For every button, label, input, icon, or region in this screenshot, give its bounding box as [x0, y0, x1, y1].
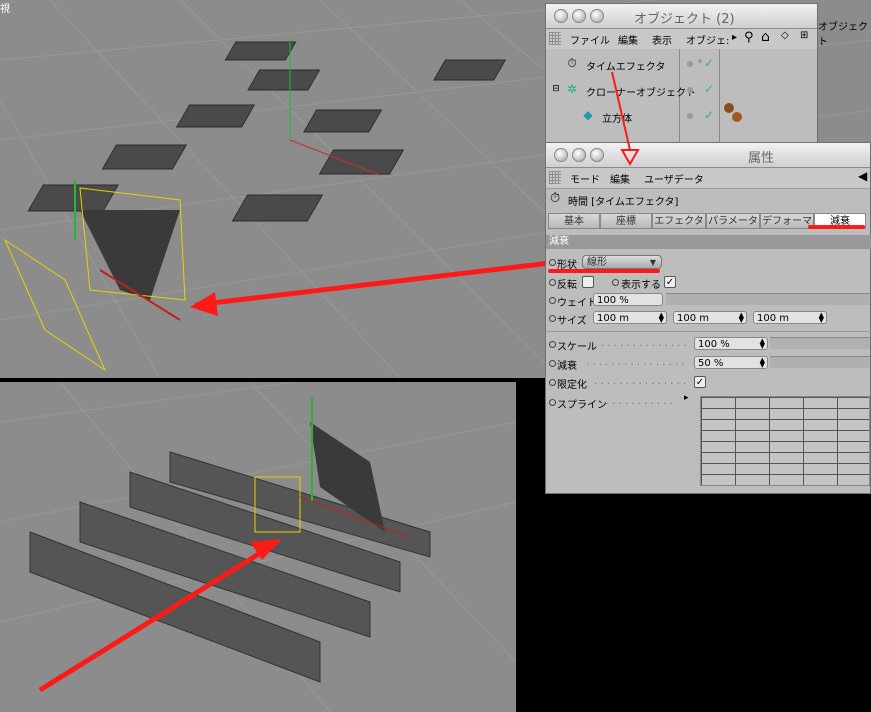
keyframe-dot-icon[interactable]	[549, 259, 556, 266]
scale-slider[interactable]	[770, 337, 870, 349]
background-window-label: オブジェクト	[818, 22, 868, 48]
tab-deformer[interactable]: デフォーマ	[760, 213, 814, 229]
param-size: サイズ 100 m ▲ ▼ 100 m ▲ ▼ 100 m ▲ ▼	[546, 309, 871, 327]
object-row[interactable]: ⏱ タイムエフェクタ ✓	[546, 51, 816, 77]
size-y-field[interactable]: 100 m ▲ ▼	[673, 311, 747, 324]
menu-file[interactable]: ファイル	[570, 32, 610, 47]
size-x-field[interactable]: 100 m ▲ ▼	[593, 311, 667, 324]
close-button[interactable]	[554, 9, 568, 23]
chevron-down-icon: ▼	[649, 258, 656, 267]
tab-effector[interactable]: エフェクタ	[652, 213, 706, 229]
size-z-field[interactable]: 100 m ▲ ▼	[753, 311, 827, 324]
object-row[interactable]: ⊟ ✲ クローナーオブジェクト ✓	[546, 77, 816, 103]
material-tag-icon[interactable]	[732, 112, 742, 122]
viewport-bottom[interactable]	[0, 382, 516, 712]
menu-view[interactable]: 表示	[652, 32, 672, 47]
param-label: スケール	[557, 342, 597, 353]
material-tag-icon[interactable]	[724, 103, 734, 113]
param-label: 表示する	[621, 280, 661, 291]
shape-dropdown[interactable]: 線形 ▼	[582, 255, 662, 269]
close-button[interactable]	[554, 148, 568, 162]
param-label: スプライン	[557, 400, 607, 411]
tab-parameter[interactable]: パラメータ	[706, 213, 760, 229]
tab-basic[interactable]: 基本	[548, 213, 600, 229]
param-clamp: 限定化 . . . . . . . . . . . . . . . ✓	[546, 373, 871, 391]
invert-checkbox[interactable]	[582, 276, 594, 288]
back-icon[interactable]: ◇	[781, 30, 789, 41]
object-name: タイムエフェクタ	[586, 62, 666, 73]
param-falloff: 減衰 . . . . . . . . . . . . . . . . 50 % ▲…	[546, 354, 871, 372]
spline-graph[interactable]	[700, 396, 870, 486]
attributes-titlebar[interactable]: 属性	[546, 143, 870, 168]
param-invert: 反転 表示する ✓	[546, 273, 871, 291]
object-manager-titlebar[interactable]: オブジェクト (2)	[546, 4, 817, 29]
keyframe-dot-icon[interactable]	[549, 379, 556, 386]
show-checkbox[interactable]: ✓	[664, 276, 676, 288]
falloff-slider[interactable]	[770, 356, 870, 368]
cloner-icon: ✲	[566, 82, 578, 96]
param-label: 限定化	[557, 380, 587, 391]
keyframe-dot-icon[interactable]	[549, 297, 556, 304]
section-header: 減衰	[546, 235, 871, 249]
param-label: 減衰	[557, 361, 577, 372]
search-icon[interactable]: ⚲	[744, 30, 754, 45]
new-window-icon[interactable]: ⊞	[800, 30, 808, 41]
menu-mode[interactable]: モード	[570, 171, 600, 186]
stopwatch-icon: ⏱	[550, 191, 561, 206]
object-title: 時間 [タイムエフェクタ]	[568, 197, 679, 208]
param-weight: ウェイト 100 %	[546, 291, 871, 309]
minimize-button[interactable]	[572, 9, 586, 23]
object-name: 立方体	[602, 114, 632, 125]
check-icon[interactable]: ✓	[704, 56, 714, 70]
shape-value: 線形	[587, 257, 607, 268]
param-label: ウェイト	[557, 298, 597, 309]
keyframe-dot-icon[interactable]	[549, 399, 556, 406]
menu-user-data[interactable]: ユーザデータ	[644, 171, 704, 186]
attributes-menubar: モード 編集 ユーザデータ ◀	[546, 168, 870, 189]
minimize-button[interactable]	[572, 148, 586, 162]
weight-field[interactable]: 100 %	[593, 293, 663, 306]
weight-slider[interactable]	[666, 293, 870, 305]
param-scale: スケール . . . . . . . . . . . . . . 100 % ▲ ▼	[546, 335, 871, 353]
object-name: クローナーオブジェクト	[586, 88, 696, 99]
param-label: サイズ	[557, 316, 587, 327]
tab-falloff[interactable]: 減衰	[814, 213, 866, 229]
tab-coord[interactable]: 座標	[600, 213, 652, 229]
keyframe-dot-icon[interactable]	[549, 360, 556, 367]
zoom-button[interactable]	[590, 148, 604, 162]
clamp-checkbox[interactable]: ✓	[694, 376, 706, 388]
home-icon[interactable]: ⌂	[761, 29, 770, 45]
grip-icon[interactable]	[549, 32, 561, 45]
attributes-window[interactable]: 属性 モード 編集 ユーザデータ ◀ ⏱ 時間 [タイムエフェクタ] 基本 座標…	[545, 142, 871, 494]
object-manager-window[interactable]: オブジェクト (2) ファイル 編集 表示 オブジェ: ▸ ⚲ ⌂ ◇ ⊞ ⏱ …	[545, 3, 818, 143]
tab-bar: 基本 座標 エフェクタ パラメータ デフォーマ 減衰	[548, 213, 866, 231]
chevron-right-icon[interactable]: ▸	[684, 393, 689, 403]
keyframe-dot-icon[interactable]	[549, 315, 556, 322]
check-icon[interactable]: ✓	[704, 108, 714, 122]
keyframe-dot-icon[interactable]	[549, 279, 556, 286]
stopwatch-icon: ⏱	[567, 56, 577, 70]
window-title: オブジェクト (2)	[634, 12, 735, 27]
scene-bottom	[0, 382, 516, 712]
chevron-right-icon[interactable]: ▸	[732, 32, 737, 43]
check-icon[interactable]: ✓	[704, 82, 714, 96]
menu-edit[interactable]: 編集	[618, 32, 638, 47]
param-label: 反転	[557, 280, 577, 291]
grip-icon[interactable]	[549, 171, 561, 184]
keyframe-dot-icon[interactable]	[612, 279, 619, 286]
object-row[interactable]: ◆ 立方体 ✓	[546, 103, 816, 129]
collapse-icon[interactable]: ⊟	[548, 81, 564, 97]
window-title: 属性	[748, 151, 775, 166]
menu-edit[interactable]: 編集	[610, 171, 630, 186]
back-arrow-icon[interactable]: ◀	[858, 169, 867, 183]
zoom-button[interactable]	[590, 9, 604, 23]
menu-objects[interactable]: オブジェ:	[686, 32, 729, 47]
param-spline: スプライン . . . . . . . . . . . ▸	[546, 393, 871, 486]
scale-field[interactable]: 100 % ▲ ▼	[694, 337, 768, 350]
keyframe-dot-icon[interactable]	[549, 341, 556, 348]
cube-icon: ◆	[583, 108, 593, 122]
object-manager-menubar: ファイル 編集 表示 オブジェ: ▸ ⚲ ⌂ ◇ ⊞	[546, 29, 817, 50]
object-list: ⏱ タイムエフェクタ ✓ ⊟ ✲ クローナーオブジェクト ✓ ◆ 立方体 ✓	[546, 49, 817, 143]
falloff-field[interactable]: 50 % ▲ ▼	[694, 356, 768, 369]
